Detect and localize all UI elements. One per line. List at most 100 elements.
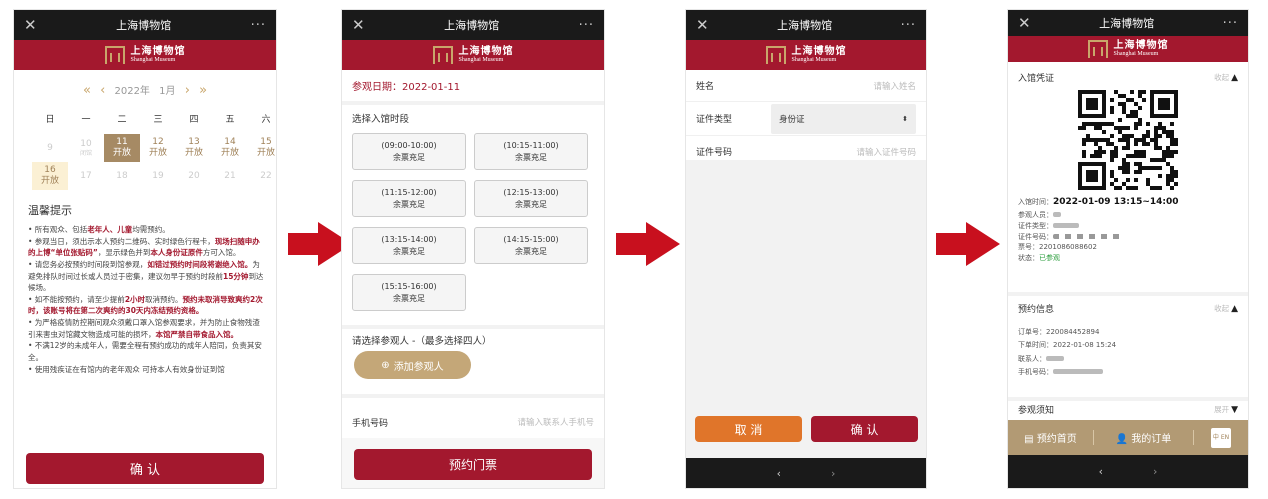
phone-add-visitor: ✕ 上海博物馆 ··· 上海博物馆 Shanghai Museum 姓名 请输入姓… <box>686 10 926 488</box>
calendar-day[interactable]: 11 开放 <box>104 134 140 162</box>
caret-up-icon: ▲ <box>1231 72 1238 83</box>
phone-row: 手机号码： <box>1018 366 1238 379</box>
contact-row: 联系人： <box>1018 353 1238 366</box>
calendar-day: 22 <box>260 170 272 181</box>
confirm-button[interactable]: 确 认 <box>811 416 918 442</box>
visitor-label: 请选择参观人 -（最多选择四人） <box>352 336 492 347</box>
status-row: 状态：已参观 <box>1018 254 1060 263</box>
pass-header: 入馆凭证 收起 ▲ <box>1008 66 1248 88</box>
pass-title: 入馆凭证 <box>1018 73 1055 84</box>
ticket-value: 2201086088602 <box>1039 243 1097 252</box>
back-icon[interactable]: ‹ <box>777 467 781 480</box>
order-details: 订单号：220084452894 下单时间：2022-01-08 15:24 联… <box>1008 326 1248 379</box>
language-toggle[interactable]: 中 EN <box>1194 427 1248 448</box>
logo-en: Shanghai Museum <box>458 57 504 64</box>
close-icon[interactable]: ✕ <box>24 16 37 34</box>
next-year-icon[interactable]: » <box>199 83 207 98</box>
browser-nav: ‹ › <box>686 458 926 488</box>
prev-year-icon[interactable]: « <box>83 83 91 98</box>
tab-home[interactable]: ▤ 预约首页 <box>1008 430 1094 445</box>
time-slot[interactable]: (13:15-14:00) 余票充足 <box>352 227 466 264</box>
add-visitor-label: 添加参观人 <box>393 361 444 373</box>
close-icon[interactable]: ✕ <box>1018 14 1031 32</box>
name-label: 姓名 <box>696 82 715 92</box>
prev-month-icon[interactable]: ‹ <box>100 83 105 98</box>
close-icon[interactable]: ✕ <box>352 16 365 34</box>
logo-cn: 上海博物馆 <box>791 45 847 57</box>
weekday-label: 四 <box>189 115 199 125</box>
museum-banner: 上海博物馆 Shanghai Museum <box>342 40 604 70</box>
back-icon[interactable]: ‹ <box>1099 465 1103 478</box>
more-icon[interactable]: ··· <box>901 18 916 33</box>
forward-icon[interactable]: › <box>831 467 835 480</box>
collapse-toggle[interactable]: 收起 ▲ <box>1214 303 1238 314</box>
tab-orders[interactable]: 👤 我的订单 <box>1094 430 1194 445</box>
phone-timeslot: ✕ 上海博物馆 ··· 上海博物馆 Shanghai Museum 参观日期：20… <box>342 10 604 488</box>
idtype-label: 证件类型 <box>696 115 733 125</box>
notice-header[interactable]: 参观须知 展开 ▼ <box>1008 402 1248 416</box>
phone-ticket: ✕ 上海博物馆 ··· 上海博物馆 Shanghai Museum 入馆凭证 收起… <box>1008 10 1248 488</box>
caret-up-icon: ▲ <box>1231 303 1238 314</box>
museum-logo-icon <box>765 46 786 64</box>
name-input[interactable]: 请输入姓名 <box>873 80 916 92</box>
book-ticket-button[interactable]: 预约门票 <box>354 449 592 480</box>
calendar-day: 17 <box>80 170 92 181</box>
time-slot[interactable]: (15:15-16:00) 余票充足 <box>352 274 466 311</box>
flow-arrow-2 <box>616 222 680 266</box>
forward-icon[interactable]: › <box>1153 465 1157 478</box>
expand-toggle[interactable]: 展开 ▼ <box>1214 404 1238 415</box>
weekday-label: 二 <box>117 115 127 125</box>
add-visitor-button[interactable]: ⊕ 添加参观人 <box>354 351 471 379</box>
calendar-nav: « ‹ 2022年 1月 › » <box>14 82 276 98</box>
tips-title: 温馨提示 <box>28 204 72 217</box>
collapse-toggle[interactable]: 收起 ▲ <box>1214 72 1238 83</box>
calendar-day[interactable]: 13 开放 <box>176 134 212 162</box>
confirm-button[interactable]: 确 认 <box>26 453 264 484</box>
time-slot[interactable]: (11:15-12:00) 余票充足 <box>352 180 466 217</box>
visitor-row: 参观人员： <box>1018 210 1238 221</box>
time-slot[interactable]: (09:00-10:00) 余票充足 <box>352 133 466 170</box>
calendar-day: 18 <box>116 170 128 181</box>
title-bar: ✕ 上海博物馆 ··· <box>14 10 276 40</box>
year-label: 2022年 <box>114 86 150 97</box>
slot-label: 选择入馆时段 <box>352 114 410 125</box>
calendar-day[interactable]: 15 开放 <box>248 134 276 162</box>
phone-input[interactable]: 请输入联系人手机号 <box>517 416 594 428</box>
browser-nav: ‹ › <box>1008 455 1248 488</box>
phone-calendar: ✕ 上海博物馆 ··· 上海博物馆 Shanghai Museum « ‹ 202… <box>14 10 276 488</box>
add-icon: ⊕ <box>381 359 390 371</box>
more-icon[interactable]: ··· <box>579 18 594 33</box>
window-title: 上海博物馆 <box>444 19 500 32</box>
time-slot[interactable]: (10:15-11:00) 余票充足 <box>474 133 588 170</box>
time-slot[interactable]: (12:15-13:00) 余票充足 <box>474 180 588 217</box>
window-title: 上海博物馆 <box>1099 17 1155 30</box>
more-icon[interactable]: ··· <box>251 18 266 33</box>
ticket-row: 票号：2201086088602 <box>1018 243 1097 252</box>
museum-logo-icon <box>1087 40 1108 58</box>
title-bar: ✕ 上海博物馆 ··· <box>342 10 604 40</box>
next-month-icon[interactable]: › <box>185 83 190 98</box>
calendar-day[interactable]: 12 开放 <box>140 134 176 162</box>
calendar-day[interactable]: 16 开放 <box>32 162 68 190</box>
title-bar: ✕ 上海博物馆 ··· <box>686 10 926 40</box>
calendar-day[interactable]: 14 开放 <box>212 134 248 162</box>
status-value: 已参观 <box>1039 254 1060 263</box>
order-header: 预约信息 收起 ▲ <box>1008 301 1248 315</box>
idtype-value: 身份证 <box>779 114 805 125</box>
idno-input[interactable]: 请输入证件号码 <box>856 146 916 158</box>
caret-down-icon: ▼ <box>1231 404 1238 415</box>
weekday-label: 一 <box>81 115 91 125</box>
weekday-label: 日 <box>45 115 55 125</box>
close-icon[interactable]: ✕ <box>696 16 709 34</box>
logo-cn: 上海博物馆 <box>1113 39 1169 51</box>
museum-logo-icon <box>104 46 125 64</box>
more-icon[interactable]: ··· <box>1223 16 1238 31</box>
time-slot-grid: (09:00-10:00) 余票充足 (10:15-11:00) 余票充足 (11:15… <box>342 131 604 313</box>
museum-banner: 上海博物馆 Shanghai Museum <box>14 40 276 70</box>
idtype-select[interactable]: 身份证 ⬍ <box>771 103 916 134</box>
logo-en: Shanghai Museum <box>130 57 176 64</box>
cancel-button[interactable]: 取 消 <box>695 416 802 442</box>
select-arrows-icon: ⬍ <box>902 114 908 123</box>
visit-date: 参观日期：2022-01-11 <box>342 70 604 105</box>
time-slot[interactable]: (14:15-15:00) 余票充足 <box>474 227 588 264</box>
